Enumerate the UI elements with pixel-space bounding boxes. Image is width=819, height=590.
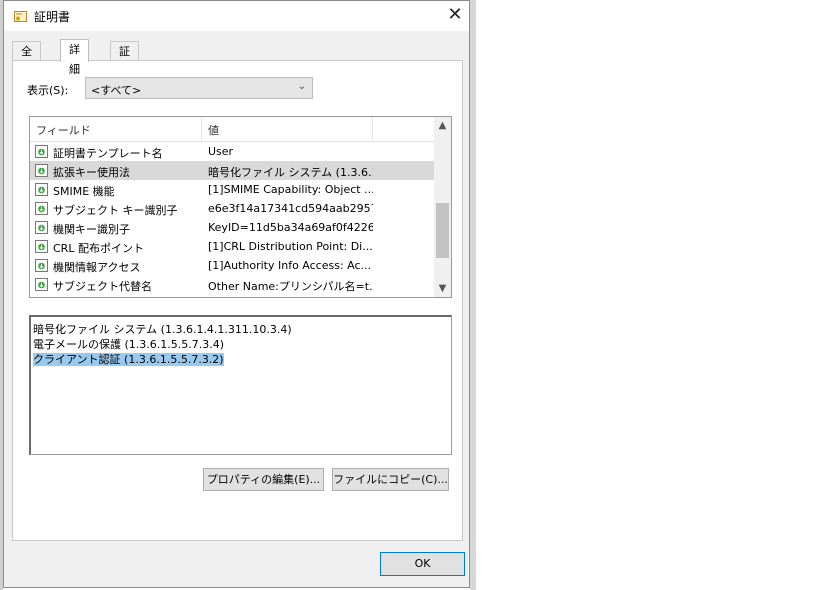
detail-line-selected: クライアント認証 (1.3.6.1.5.5.7.3.2) — [33, 351, 224, 367]
title-bar[interactable]: 証明書 ✕ — [4, 1, 469, 31]
list-item[interactable]: サブジェクト キー識別子 e6e3f14a17341cd594aab2957..… — [30, 199, 434, 218]
details-panel: 表示(S): <すべて> ⌄ フィールド 値 証明書テンプレート名 User 拡… — [12, 60, 463, 541]
close-button[interactable]: ✕ — [441, 1, 469, 31]
list-header: フィールド 値 — [30, 117, 434, 142]
tab-general[interactable]: 全般 — [12, 41, 41, 78]
detail-line: 電子メールの保護 (1.3.6.1.5.5.7.3.4) — [33, 338, 225, 351]
copy-to-file-button[interactable]: ファイルにコピー(C)... — [332, 468, 449, 491]
list-item[interactable]: SMIME 機能 [1]SMIME Capability: Object ... — [30, 180, 434, 199]
show-select-value: <すべて> — [91, 84, 142, 97]
column-header-field[interactable]: フィールド — [36, 122, 91, 138]
field-detail-text[interactable]: 暗号化ファイル システム (1.3.6.1.4.1.311.10.3.4) 電子… — [29, 315, 452, 455]
extension-field-icon — [35, 183, 48, 196]
list-scrollbar[interactable]: ▲ ▼ — [434, 117, 451, 297]
field-name: サブジェクト キー識別子 — [53, 204, 178, 217]
list-item[interactable]: CRL 配布ポイント [1]CRL Distribution Point: Di… — [30, 237, 434, 256]
show-label: 表示(S): — [27, 84, 69, 97]
field-value: User — [208, 145, 234, 158]
list-item[interactable]: 拡張キー使用法 暗号化ファイル システム (1.3.6.1... — [30, 161, 434, 180]
scroll-up-arrow-icon[interactable]: ▲ — [434, 117, 451, 134]
scroll-thumb[interactable] — [436, 203, 449, 258]
extension-field-icon — [35, 202, 48, 215]
field-value: KeyID=11d5ba34a69af0f4226... — [208, 221, 373, 234]
field-name: 機関情報アクセス — [53, 261, 141, 274]
ok-button[interactable]: OK — [380, 552, 465, 576]
extension-field-icon — [35, 145, 48, 158]
field-name: SMIME 機能 — [53, 185, 115, 198]
field-name: 拡張キー使用法 — [53, 166, 130, 179]
detail-line: 暗号化ファイル システム (1.3.6.1.4.1.311.10.3.4) — [33, 323, 292, 336]
extension-field-icon — [35, 278, 48, 291]
field-list[interactable]: フィールド 値 証明書テンプレート名 User 拡張キー使用法 暗号化ファイル … — [29, 116, 452, 298]
extension-field-icon — [35, 164, 48, 177]
field-name: 証明書テンプレート名 — [53, 147, 163, 160]
window-title: 証明書 — [34, 10, 71, 24]
tab-certification-path[interactable]: 証明のパス — [110, 41, 139, 138]
background-window-edge-right — [470, 0, 476, 590]
list-item[interactable]: サブジェクト代替名 Other Name:プリンシパル名=t... — [30, 275, 434, 294]
extension-field-icon — [35, 221, 48, 234]
field-value: e6e3f14a17341cd594aab2957... — [208, 202, 373, 215]
extension-field-icon — [35, 240, 48, 253]
field-value: [1]CRL Distribution Point: Di... — [208, 240, 373, 253]
list-item[interactable]: 証明書テンプレート名 User — [30, 142, 434, 161]
field-name: 機関キー識別子 — [53, 223, 130, 236]
field-name: CRL 配布ポイント — [53, 242, 144, 255]
field-value: 暗号化ファイル システム (1.3.6.1... — [208, 166, 373, 179]
tab-details[interactable]: 詳細 — [60, 39, 89, 76]
field-name: サブジェクト代替名 — [53, 280, 152, 293]
extension-field-icon — [35, 259, 48, 272]
certificate-dialog: 証明書 ✕ 全般 詳細 証明のパス 表示(S): <すべて> ⌄ フィールド 値… — [3, 0, 470, 588]
show-select[interactable]: <すべて> ⌄ — [85, 77, 313, 99]
column-divider[interactable] — [201, 117, 202, 141]
list-item[interactable]: 機関情報アクセス [1]Authority Info Access: Ac... — [30, 256, 434, 275]
column-header-value[interactable]: 値 — [208, 122, 219, 138]
selected-text: クライアント認証 (1.3.6.1.5.5.7.3.2) — [33, 353, 224, 366]
column-divider[interactable] — [372, 117, 373, 141]
field-value: [1]SMIME Capability: Object ... — [208, 183, 373, 196]
chevron-down-icon: ⌄ — [297, 81, 306, 92]
edit-properties-button[interactable]: プロパティの編集(E)... — [203, 468, 324, 491]
field-value: [1]Authority Info Access: Ac... — [208, 259, 372, 272]
list-item[interactable]: 機関キー識別子 KeyID=11d5ba34a69af0f4226... — [30, 218, 434, 237]
scroll-down-arrow-icon[interactable]: ▼ — [434, 280, 451, 297]
field-value: Other Name:プリンシパル名=t... — [208, 280, 373, 293]
certificate-icon — [14, 11, 27, 22]
close-icon: ✕ — [447, 4, 463, 25]
